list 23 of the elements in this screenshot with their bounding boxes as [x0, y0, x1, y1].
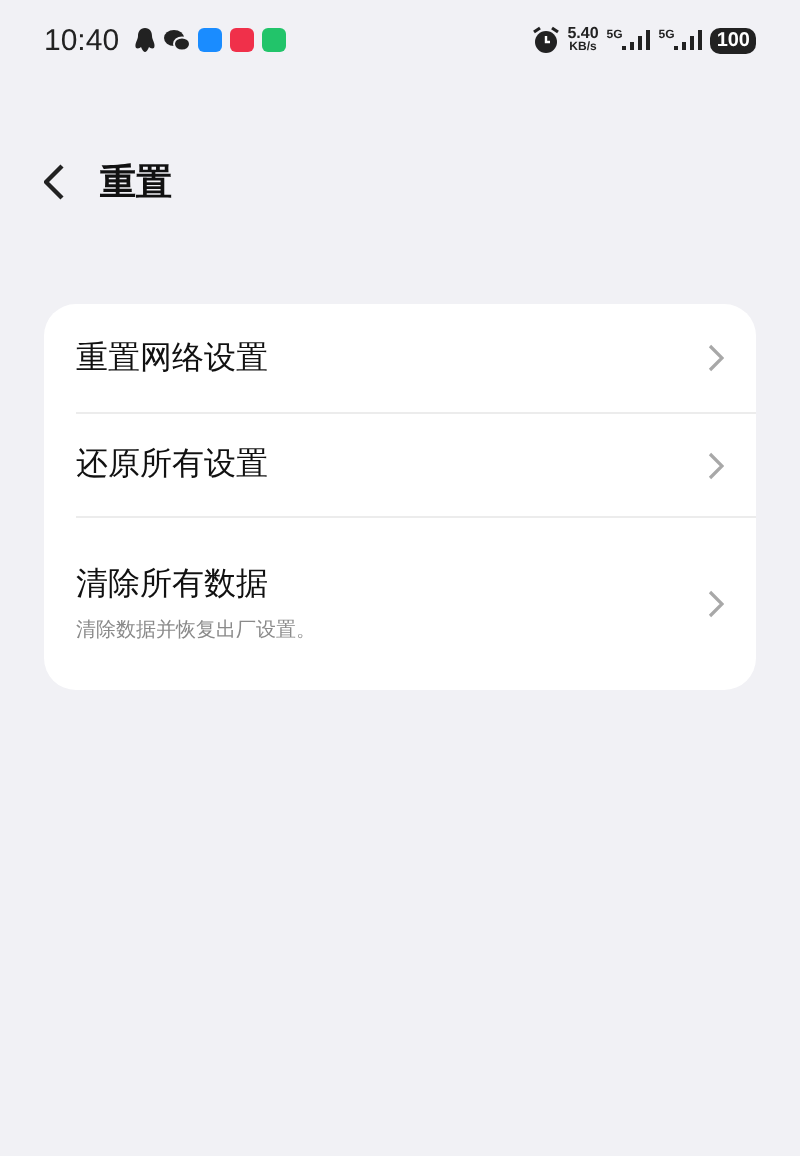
- signal-icon: [674, 30, 703, 50]
- chevron-icon: [708, 590, 724, 618]
- item-title: 重置网络设置: [76, 337, 270, 379]
- speed-value: 5.40: [567, 26, 599, 42]
- signal-icon: [622, 30, 651, 50]
- app-icon: [229, 28, 254, 52]
- penguin-icon: [133, 28, 156, 52]
- app-icon: [197, 28, 222, 52]
- settings-item[interactable]: 清除所有数据 清除数据并恢复出厂设置。: [76, 518, 756, 690]
- back-button[interactable]: [44, 164, 64, 200]
- battery-level: 100: [710, 27, 756, 53]
- chat-icon: [163, 28, 190, 52]
- page-title: 重置: [100, 160, 172, 206]
- settings-item[interactable]: 重置网络设置: [76, 304, 756, 414]
- alarm-icon: [531, 26, 560, 54]
- item-title: 清除所有数据: [76, 564, 270, 606]
- item-title: 还原所有设置: [76, 444, 270, 486]
- settings-item[interactable]: 还原所有设置: [76, 414, 756, 518]
- chevron-icon: [708, 451, 724, 479]
- item-description: 清除数据并恢复出厂设置。: [76, 617, 318, 644]
- phone-app-icon: [261, 28, 286, 52]
- status-time: 10:40: [44, 23, 120, 57]
- chevron-icon: [708, 344, 724, 372]
